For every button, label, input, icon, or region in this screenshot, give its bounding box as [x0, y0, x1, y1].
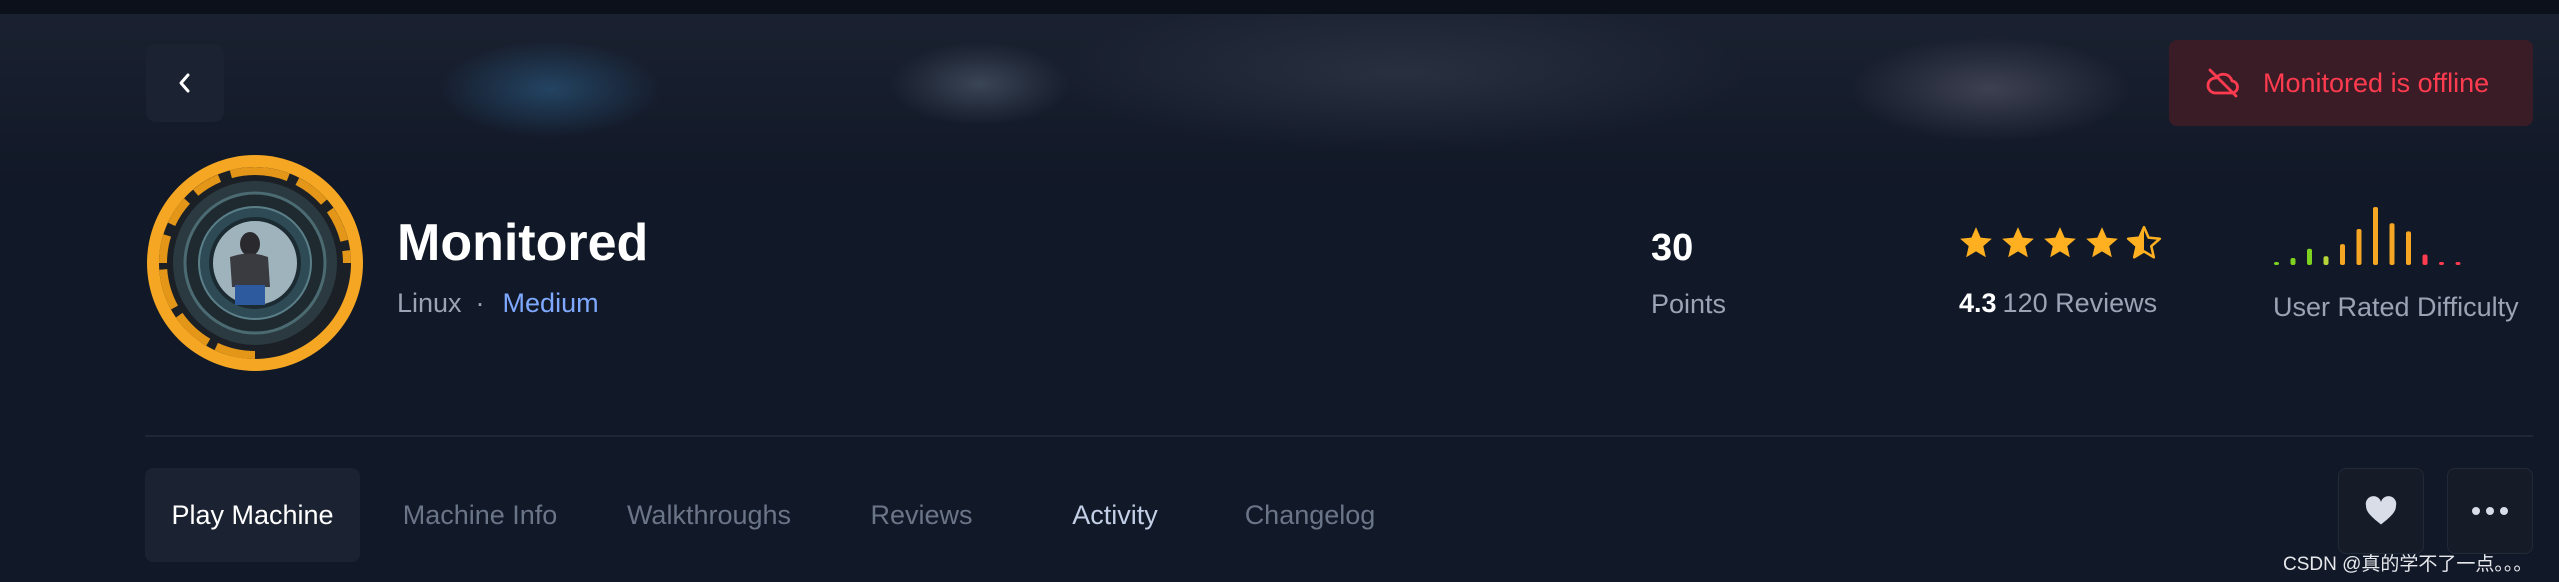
difficulty-bar: [2323, 256, 2329, 265]
machine-meta: Linux · Medium: [397, 288, 599, 319]
tab-reviews[interactable]: Reviews: [840, 468, 1003, 562]
difficulty-bar: [2389, 223, 2395, 265]
more-horizontal-icon: [2472, 507, 2508, 515]
rating-value: 4.3: [1959, 288, 1997, 318]
more-options-button[interactable]: [2447, 468, 2533, 554]
points-label: Points: [1651, 289, 1727, 319]
tab-walkthroughs[interactable]: Walkthroughs: [600, 468, 818, 562]
difficulty-bar: [2274, 262, 2279, 265]
top-strip: [0, 0, 2559, 14]
star-icon: [2002, 227, 2034, 258]
machine-title: Monitored: [397, 214, 649, 272]
review-count: 120 Reviews: [2002, 288, 2158, 318]
difficulty-bar: [2422, 254, 2428, 265]
difficulty-bar: [2290, 258, 2296, 265]
back-button[interactable]: [146, 44, 224, 122]
heart-icon: [2365, 496, 2397, 525]
rating-summary: 4.3 120 Reviews: [1959, 288, 2157, 319]
user-difficulty-label: User Rated Difficulty: [2273, 292, 2519, 322]
os-label: Linux: [397, 288, 462, 318]
tab-machine-info[interactable]: Machine Info: [380, 468, 580, 562]
half-star-icon: [2126, 225, 2162, 259]
difficulty-bar: [2373, 207, 2378, 265]
difficulty-bar: [2307, 248, 2312, 265]
difficulty-bar: [2356, 229, 2362, 265]
difficulty-bar: [2455, 262, 2461, 265]
star-icon: [2086, 227, 2118, 258]
difficulty-bar: [2406, 231, 2411, 265]
offline-status-text: Monitored is offline: [2263, 67, 2490, 98]
star-icon: [1960, 227, 1992, 258]
difficulty-bar-chart: [2274, 207, 2461, 265]
star-icon: [2044, 227, 2076, 258]
cloud-off-icon: [2206, 68, 2239, 98]
chevron-left-icon: [179, 73, 190, 93]
offline-status-badge: Monitored is offline: [2169, 40, 2533, 126]
machine-avatar-icon: [144, 152, 366, 374]
difficulty-label: Medium: [502, 288, 599, 318]
rating-stars: [1957, 224, 2163, 262]
difficulty-bar: [2340, 244, 2345, 265]
watermark-text: CSDN @真的学不了一点。。。: [2283, 554, 2533, 575]
tab-activity[interactable]: Activity: [1040, 468, 1190, 562]
tab-changelog[interactable]: Changelog: [1220, 468, 1400, 562]
difficulty-bar: [2439, 262, 2444, 265]
favorite-button[interactable]: [2338, 468, 2424, 554]
tab-play-machine[interactable]: Play Machine: [145, 468, 360, 562]
points-value: 30: [1651, 227, 1694, 269]
section-divider: [145, 435, 2533, 437]
meta-separator: ·: [475, 288, 485, 318]
